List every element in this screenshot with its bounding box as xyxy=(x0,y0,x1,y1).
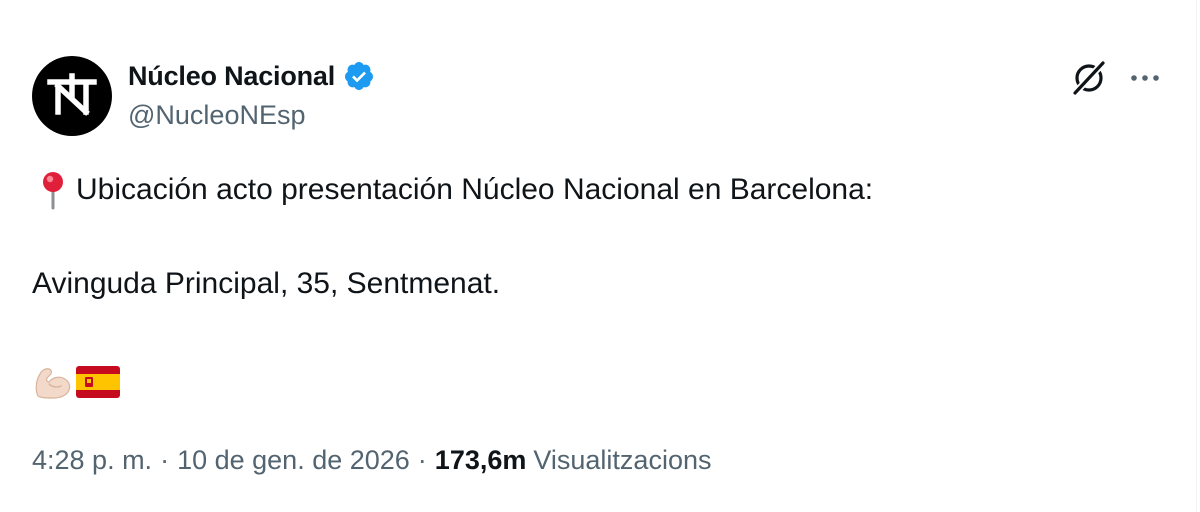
more-options-button[interactable] xyxy=(1124,57,1166,99)
tweet-emoji-row xyxy=(32,362,120,402)
tweet-date[interactable]: 10 de gen. de 2026 xyxy=(177,445,410,476)
round-pushpin-icon xyxy=(43,172,63,210)
grok-icon xyxy=(1072,60,1106,96)
flexed-biceps-icon xyxy=(35,368,71,399)
author-handle[interactable]: @NucleoNEsp xyxy=(128,100,305,131)
verified-badge-icon[interactable] xyxy=(343,60,375,92)
author-display-name[interactable]: Núcleo Nacional xyxy=(128,61,335,92)
grok-button[interactable] xyxy=(1068,57,1110,99)
tweet-meta: 4:28 p. m. · 10 de gen. de 2026 · 173,6m… xyxy=(32,440,711,480)
author-name-row: Núcleo Nacional xyxy=(128,58,375,94)
views-label[interactable]: Visualitzacions xyxy=(533,445,711,476)
tweet-text-line-2: Avinguda Principal, 35, Sentmenat. xyxy=(32,267,501,300)
spain-flag-icon xyxy=(76,366,120,398)
views-count[interactable]: 173,6m xyxy=(435,445,527,476)
meta-separator: · xyxy=(417,444,427,475)
meta-separator: · xyxy=(160,444,170,475)
tweet-card: Núcleo Nacional @NucleoNEsp Ubicación ac… xyxy=(0,0,1197,512)
tweet-text-line-1: Ubicación acto presentación Núcleo Nacio… xyxy=(32,168,873,212)
tweet-text-line-1-content: Ubicación acto presentación Núcleo Nacio… xyxy=(76,173,874,206)
tweet-time[interactable]: 4:28 p. m. xyxy=(32,445,152,476)
avatar[interactable] xyxy=(32,56,112,136)
more-options-icon xyxy=(1131,75,1159,81)
nn-monogram-logo-icon xyxy=(47,73,97,116)
